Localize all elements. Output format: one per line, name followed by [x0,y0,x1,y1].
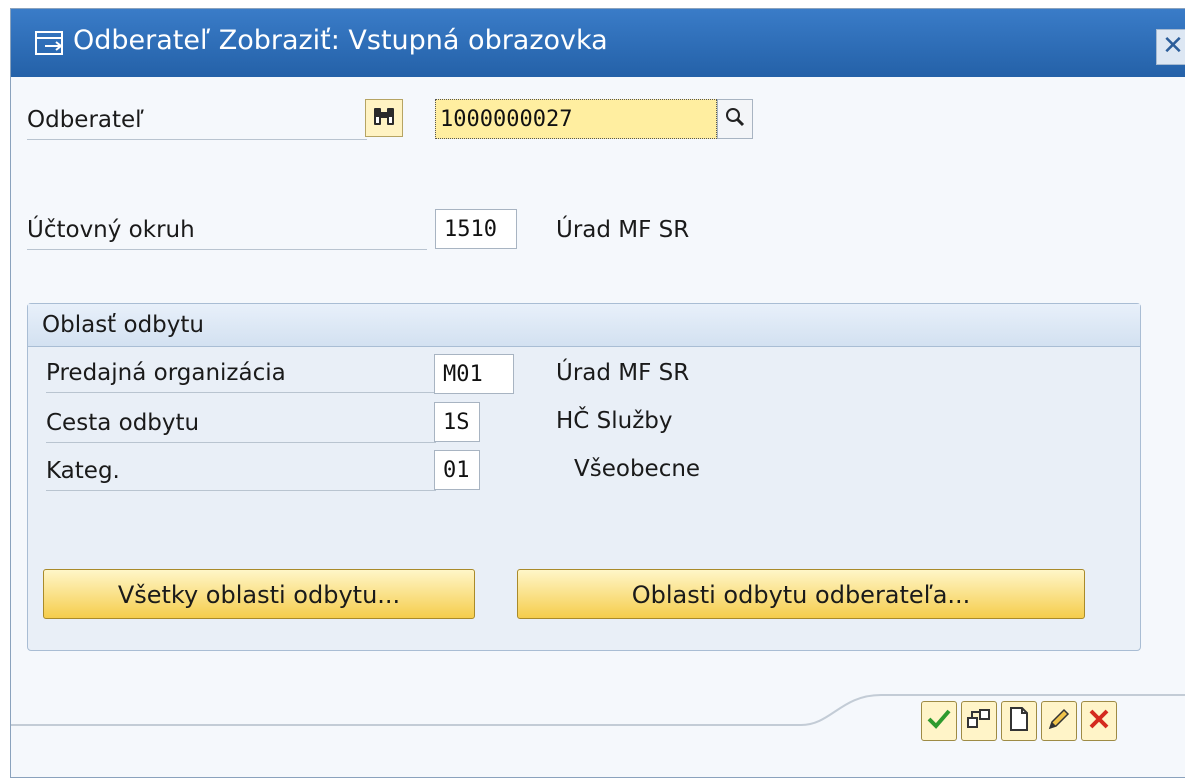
division-description: Všeobecne [574,456,701,482]
company-code-input[interactable]: 1510 [435,209,517,249]
window-title: Odberateľ Zobraziť: Vstupná obrazovka [73,25,608,56]
division-input[interactable]: 01 [434,450,480,490]
new-document-button[interactable] [1001,701,1037,741]
customer-label: Odberateľ [27,101,367,140]
sales-area-header: Oblasť odbytu [28,304,1140,347]
sales-org-label: Predajná organizácia [46,354,436,393]
cancel-icon [1087,707,1111,735]
distribution-channel-label: Cesta odbytu [46,404,436,443]
company-code-description: Úrad MF SR [556,217,690,243]
hierarchy-icon [966,706,992,736]
customer-sales-areas-button[interactable]: Oblasti odbytu odberateľa... [517,569,1085,619]
screen-arrow-icon [35,31,67,55]
title-bar: Odberateľ Zobraziť: Vstupná obrazovka ✕ [11,9,1185,77]
magnifier-icon [724,106,746,132]
close-icon: ✕ [1162,31,1184,61]
close-button[interactable]: ✕ [1156,29,1185,65]
cancel-button[interactable] [1081,701,1117,741]
company-code-label: Účtovný okruh [27,211,427,250]
edit-button[interactable] [1041,701,1077,741]
binoculars-icon [371,103,397,133]
all-sales-areas-button[interactable]: Všetky oblasti odbytu... [43,569,475,619]
new-document-icon [1007,706,1031,736]
hierarchy-button[interactable] [961,701,997,741]
search-button[interactable] [365,99,403,137]
check-icon [926,706,952,736]
main-content: Odberateľ 1000000027 Účtovný okruh 1510 … [11,77,1185,777]
dialog-window: Odberateľ Zobraziť: Vstupná obrazovka ✕ … [10,8,1185,778]
distribution-channel-description: HČ Služby [556,408,673,434]
customer-input[interactable]: 1000000027 [435,99,717,139]
value-help-button[interactable] [717,99,753,139]
distribution-channel-input[interactable]: 1S [434,402,480,442]
sales-org-description: Úrad MF SR [556,360,690,386]
division-label: Kateg. [46,452,436,491]
sales-org-input[interactable]: M01 [434,354,514,394]
pencil-icon [1046,706,1072,736]
continue-button[interactable] [921,701,957,741]
